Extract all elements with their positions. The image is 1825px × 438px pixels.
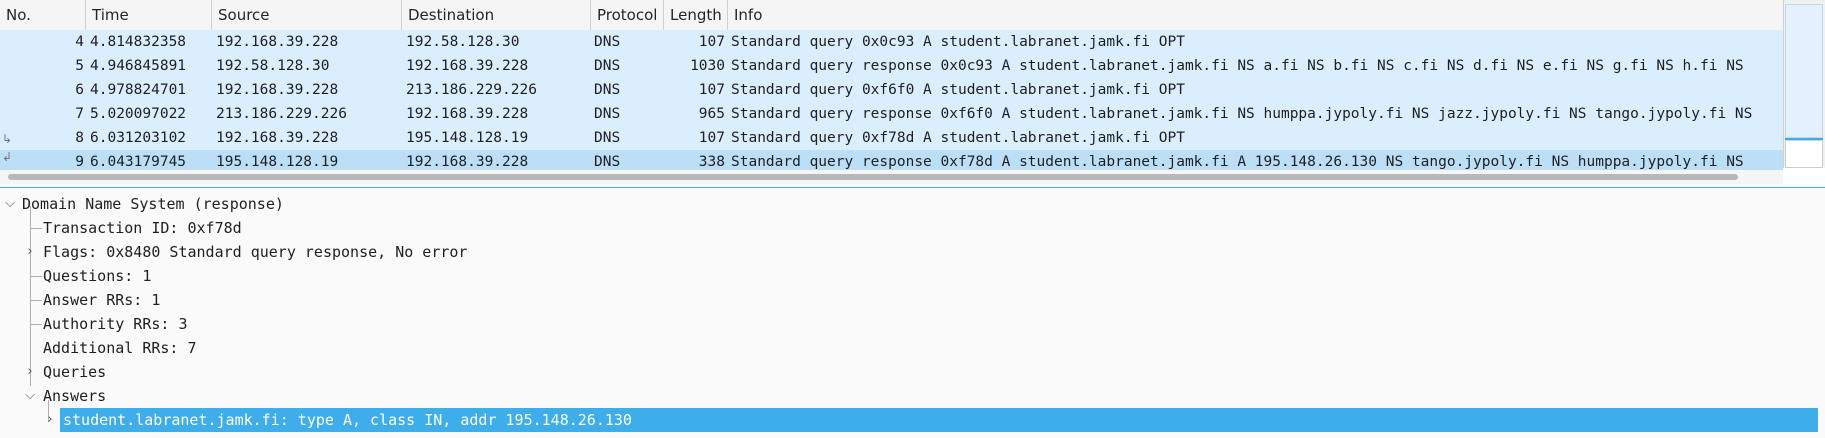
column-header-source[interactable]: Source <box>212 0 402 30</box>
packet-cell-no: 7 <box>75 106 84 122</box>
packet-row[interactable]: 5 4.946845891 192.58.128.30 192.168.39.228 D… <box>0 54 1783 78</box>
packet-cell-destination: 192.168.39.228 <box>406 106 529 122</box>
horizontal-scrollbar[interactable] <box>0 170 1783 184</box>
packet-cell-info: Standard query 0xf78d A student.labranet… <box>731 130 1185 146</box>
packet-row[interactable]: 8 6.031203102 192.168.39.228 195.148.128.19… <box>0 126 1783 150</box>
packet-cell-source: 192.168.39.228 <box>216 130 339 146</box>
horizontal-scrollbar-thumb[interactable] <box>8 174 1738 180</box>
packet-cell-info: Standard query 0xf6f0 A student.labranet… <box>731 82 1185 98</box>
packet-cell-no: 6 <box>75 82 84 98</box>
answers-item[interactable]: Answers <box>43 384 106 408</box>
packet-cell-source: 192.58.128.30 <box>216 58 330 74</box>
expand-icon[interactable]: › <box>42 408 58 432</box>
additional-rrs-item[interactable]: Additional RRs: 7 <box>43 336 197 360</box>
column-header-no[interactable]: No. <box>0 0 86 30</box>
scrollbar-minimap <box>1785 140 1823 168</box>
column-header-info[interactable]: Info <box>728 0 1783 30</box>
scrollbar-thumb[interactable] <box>1785 4 1823 138</box>
answer-record-label: student.labranet.jamk.fi: type A, class … <box>63 411 632 429</box>
packet-cell-time: 6.031203102 <box>90 130 187 146</box>
packet-details[interactable]: ⌵ Domain Name System (response) Transact… <box>0 192 1825 438</box>
answer-record-selected[interactable]: student.labranet.jamk.fi: type A, class … <box>60 408 1818 432</box>
packet-cell-protocol: DNS <box>594 106 621 122</box>
collapse-icon[interactable]: ⌵ <box>22 384 38 408</box>
packet-cell-source: 213.186.229.226 <box>216 106 347 122</box>
packet-cell-destination: 213.186.229.226 <box>406 82 537 98</box>
packet-cell-destination: 192.58.128.30 <box>406 34 520 50</box>
packet-cell-no: 5 <box>75 58 84 74</box>
packet-cell-info: Standard query response 0x0c93 A student… <box>731 58 1744 74</box>
packet-row[interactable]: 4 4.814832358 192.168.39.228 192.58.128.30 D… <box>0 30 1783 54</box>
packet-cell-no: 8 <box>75 130 84 146</box>
tree-line <box>30 228 42 229</box>
answer-rrs-item[interactable]: Answer RRs: 1 <box>43 288 160 312</box>
packet-cell-info: Standard query 0x0c93 A student.labranet… <box>731 34 1185 50</box>
column-header-length[interactable]: Length <box>664 0 728 30</box>
tree-line <box>30 324 42 325</box>
transaction-id-item[interactable]: Transaction ID: 0xf78d <box>43 216 242 240</box>
packet-cell-time: 4.814832358 <box>90 34 187 50</box>
packet-cell-length: 1030 <box>690 58 725 74</box>
expand-icon[interactable]: › <box>22 240 38 264</box>
packet-cell-protocol: DNS <box>594 58 621 74</box>
expand-icon[interactable]: › <box>22 360 38 384</box>
tree-line <box>30 300 42 301</box>
packet-cell-length: 107 <box>698 34 725 50</box>
packet-cell-protocol: DNS <box>594 34 621 50</box>
packet-cell-length: 965 <box>698 106 725 122</box>
packet-cell-time: 5.020097022 <box>90 106 187 122</box>
packet-cell-info: Standard query response 0xf6f0 A student… <box>731 106 1753 122</box>
packet-cell-time: 4.978824701 <box>90 82 187 98</box>
packet-row[interactable]: 6 4.978824701 192.168.39.228 213.186.229.22… <box>0 78 1783 102</box>
queries-item[interactable]: Queries <box>43 360 106 384</box>
packet-cell-length: 107 <box>698 130 725 146</box>
packet-cell-protocol: DNS <box>594 130 621 146</box>
related-packet-icon: ↳ <box>2 132 13 146</box>
related-packet-icon: ↲ <box>2 150 13 164</box>
dns-root-item[interactable]: Domain Name System (response) <box>22 192 284 216</box>
column-header-protocol[interactable]: Protocol <box>591 0 664 30</box>
packet-cell-protocol: DNS <box>594 82 621 98</box>
packet-cell-source: 192.168.39.228 <box>216 34 339 50</box>
authority-rrs-item[interactable]: Authority RRs: 3 <box>43 312 188 336</box>
tree-line <box>30 206 31 386</box>
questions-item[interactable]: Questions: 1 <box>43 264 151 288</box>
packet-cell-source: 192.168.39.228 <box>216 82 339 98</box>
tree-line <box>30 276 42 277</box>
column-header-time[interactable]: Time <box>86 0 212 30</box>
packet-cell-length: 107 <box>698 82 725 98</box>
packet-cell-destination: 195.148.128.19 <box>406 130 529 146</box>
packet-cell-time: 4.946845891 <box>90 58 187 74</box>
collapse-icon[interactable]: ⌵ <box>2 192 18 216</box>
packet-cell-destination: 192.168.39.228 <box>406 58 529 74</box>
flags-item[interactable]: Flags: 0x8480 Standard query response, N… <box>43 240 467 264</box>
column-header-destination[interactable]: Destination <box>402 0 591 30</box>
packet-list-header: No. Time Source Destination Protocol Len… <box>0 0 1783 31</box>
packet-row[interactable]: 7 5.020097022 213.186.229.226 192.168.39.22… <box>0 102 1783 126</box>
packet-cell-no: 4 <box>75 34 84 50</box>
packet-list[interactable]: No. Time Source Destination Protocol Len… <box>0 0 1825 184</box>
